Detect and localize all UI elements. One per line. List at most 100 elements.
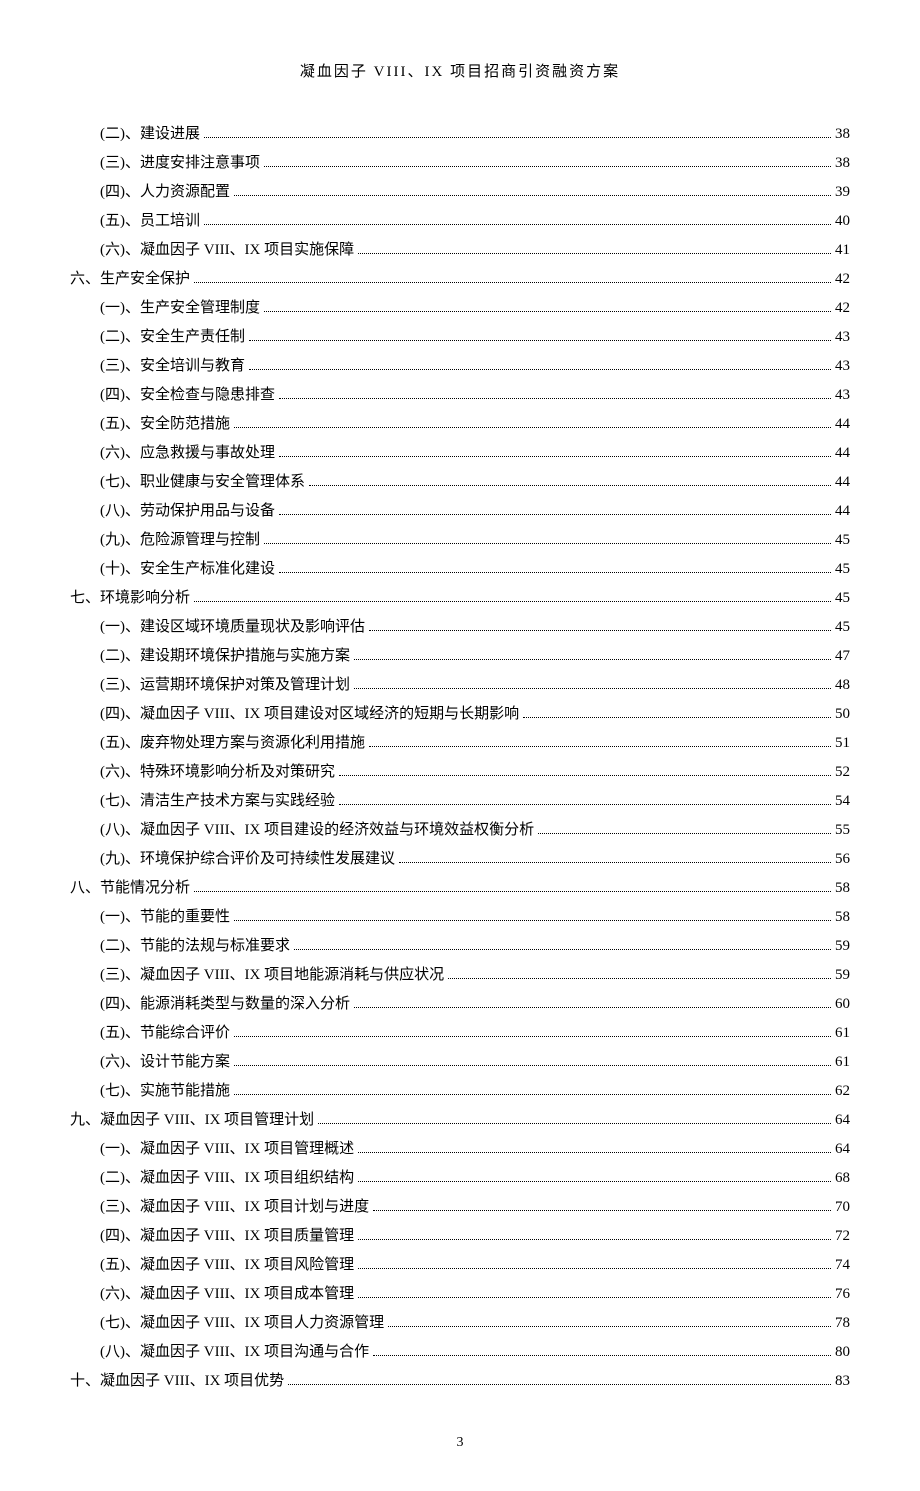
toc-entry-label: (五)、节能综合评价	[100, 1020, 230, 1047]
toc-entry: (四)、安全检查与隐患排查43	[70, 382, 850, 409]
toc-leader-dots	[309, 485, 831, 486]
toc-entry-label: (二)、节能的法规与标准要求	[100, 933, 290, 960]
toc-entry-page: 45	[835, 614, 850, 641]
toc-entry: (三)、凝血因子 VIII、IX 项目计划与进度70	[70, 1194, 850, 1221]
toc-entry: 六、生产安全保护42	[70, 266, 850, 293]
toc-entry-label: (八)、凝血因子 VIII、IX 项目建设的经济效益与环境效益权衡分析	[100, 817, 534, 844]
page-number: 3	[70, 1435, 850, 1451]
toc-entry-label: (六)、特殊环境影响分析及对策研究	[100, 759, 335, 786]
toc-entry-label: (四)、凝血因子 VIII、IX 项目建设对区域经济的短期与长期影响	[100, 701, 519, 728]
toc-entry-label: 七、环境影响分析	[70, 585, 190, 612]
toc-leader-dots	[234, 195, 831, 196]
toc-entry-page: 58	[835, 904, 850, 931]
toc-leader-dots	[339, 775, 831, 776]
toc-entry-page: 62	[835, 1078, 850, 1105]
toc-entry-label: (九)、环境保护综合评价及可持续性发展建议	[100, 846, 395, 873]
toc-entry-label: (三)、安全培训与教育	[100, 353, 245, 380]
toc-entry: (二)、凝血因子 VIII、IX 项目组织结构68	[70, 1165, 850, 1192]
toc-leader-dots	[358, 1181, 831, 1182]
toc-leader-dots	[354, 1007, 831, 1008]
toc-entry-label: (六)、应急救援与事故处理	[100, 440, 275, 467]
toc-entry: (六)、设计节能方案61	[70, 1049, 850, 1076]
toc-entry-label: (九)、危险源管理与控制	[100, 527, 260, 554]
toc-entry-page: 45	[835, 556, 850, 583]
toc-entry-page: 41	[835, 237, 850, 264]
toc-leader-dots	[399, 862, 831, 863]
toc-entry: (四)、凝血因子 VIII、IX 项目质量管理72	[70, 1223, 850, 1250]
toc-entry-page: 47	[835, 643, 850, 670]
toc-entry-page: 40	[835, 208, 850, 235]
toc-entry-page: 64	[835, 1136, 850, 1163]
toc-leader-dots	[538, 833, 831, 834]
toc-entry-page: 38	[835, 121, 850, 148]
toc-leader-dots	[288, 1384, 831, 1385]
toc-leader-dots	[358, 1152, 831, 1153]
toc-entry-page: 43	[835, 353, 850, 380]
toc-entry: (八)、劳动保护用品与设备44	[70, 498, 850, 525]
toc-entry: (六)、特殊环境影响分析及对策研究 52	[70, 759, 850, 786]
toc-entry: (七)、凝血因子 VIII、IX 项目人力资源管理 78	[70, 1310, 850, 1337]
toc-entry-label: (五)、安全防范措施	[100, 411, 230, 438]
toc-entry: (六)、应急救援与事故处理44	[70, 440, 850, 467]
toc-entry-label: (二)、安全生产责任制	[100, 324, 245, 351]
toc-leader-dots	[234, 920, 831, 921]
toc-entry: (二)、节能的法规与标准要求 59	[70, 933, 850, 960]
toc-entry: 十、凝血因子 VIII、IX 项目优势83	[70, 1368, 850, 1395]
toc-entry: (四)、凝血因子 VIII、IX 项目建设对区域经济的短期与长期影响50	[70, 701, 850, 728]
toc-entry: (一)、生产安全管理制度42	[70, 295, 850, 322]
toc-entry-page: 64	[835, 1107, 850, 1134]
table-of-contents: (二)、建设进展38(三)、进度安排注意事项38(四)、人力资源配置39(五)、…	[70, 121, 850, 1395]
toc-entry-label: (七)、清洁生产技术方案与实践经验	[100, 788, 335, 815]
toc-leader-dots	[369, 630, 831, 631]
toc-entry-page: 78	[835, 1310, 850, 1337]
toc-entry-page: 72	[835, 1223, 850, 1250]
toc-entry-page: 42	[835, 266, 850, 293]
toc-entry: (四)、人力资源配置39	[70, 179, 850, 206]
toc-entry-page: 76	[835, 1281, 850, 1308]
toc-entry-page: 60	[835, 991, 850, 1018]
toc-entry-label: (六)、凝血因子 VIII、IX 项目实施保障	[100, 237, 354, 264]
toc-entry: (一)、建设区域环境质量现状及影响评估45	[70, 614, 850, 641]
toc-entry-page: 48	[835, 672, 850, 699]
toc-leader-dots	[249, 340, 831, 341]
toc-entry-page: 59	[835, 933, 850, 960]
toc-entry-label: (七)、凝血因子 VIII、IX 项目人力资源管理	[100, 1310, 384, 1337]
document-header-title: 凝血因子 VIII、IX 项目招商引资融资方案	[70, 60, 850, 81]
toc-entry-label: (一)、生产安全管理制度	[100, 295, 260, 322]
toc-entry: (三)、凝血因子 VIII、IX 项目地能源消耗与供应状况59	[70, 962, 850, 989]
toc-leader-dots	[234, 1036, 831, 1037]
toc-entry-page: 52	[835, 759, 850, 786]
toc-entry: (四)、能源消耗类型与数量的深入分析 60	[70, 991, 850, 1018]
toc-leader-dots	[294, 949, 831, 950]
toc-entry-page: 70	[835, 1194, 850, 1221]
toc-entry-label: (三)、运营期环境保护对策及管理计划	[100, 672, 350, 699]
toc-entry-page: 45	[835, 585, 850, 612]
toc-entry-page: 56	[835, 846, 850, 873]
toc-entry: (六)、凝血因子 VIII、IX 项目实施保障 41	[70, 237, 850, 264]
toc-entry: (八)、凝血因子 VIII、IX 项目建设的经济效益与环境效益权衡分析55	[70, 817, 850, 844]
toc-entry: (一)、节能的重要性58	[70, 904, 850, 931]
toc-leader-dots	[523, 717, 831, 718]
toc-leader-dots	[318, 1123, 831, 1124]
toc-entry: 八、节能情况分析58	[70, 875, 850, 902]
toc-leader-dots	[358, 1297, 831, 1298]
toc-leader-dots	[373, 1355, 831, 1356]
toc-leader-dots	[358, 1239, 831, 1240]
toc-entry-label: (十)、安全生产标准化建设	[100, 556, 275, 583]
toc-entry-label: (二)、凝血因子 VIII、IX 项目组织结构	[100, 1165, 354, 1192]
toc-entry-page: 54	[835, 788, 850, 815]
toc-entry-label: (七)、职业健康与安全管理体系	[100, 469, 305, 496]
toc-entry-label: (二)、建设进展	[100, 121, 200, 148]
toc-entry-label: (二)、建设期环境保护措施与实施方案	[100, 643, 350, 670]
toc-entry-label: (四)、能源消耗类型与数量的深入分析	[100, 991, 350, 1018]
toc-entry: (三)、安全培训与教育 43	[70, 353, 850, 380]
toc-leader-dots	[234, 1094, 831, 1095]
toc-entry: (十)、安全生产标准化建设 45	[70, 556, 850, 583]
toc-entry: (八)、凝血因子 VIII、IX 项目沟通与合作80	[70, 1339, 850, 1366]
toc-entry-label: (八)、凝血因子 VIII、IX 项目沟通与合作	[100, 1339, 369, 1366]
toc-leader-dots	[358, 1268, 831, 1269]
toc-entry: (七)、清洁生产技术方案与实践经验 54	[70, 788, 850, 815]
toc-entry-label: 九、凝血因子 VIII、IX 项目管理计划	[70, 1107, 314, 1134]
toc-entry: (五)、凝血因子 VIII、IX 项目风险管理74	[70, 1252, 850, 1279]
toc-entry: (二)、安全生产责任制43	[70, 324, 850, 351]
